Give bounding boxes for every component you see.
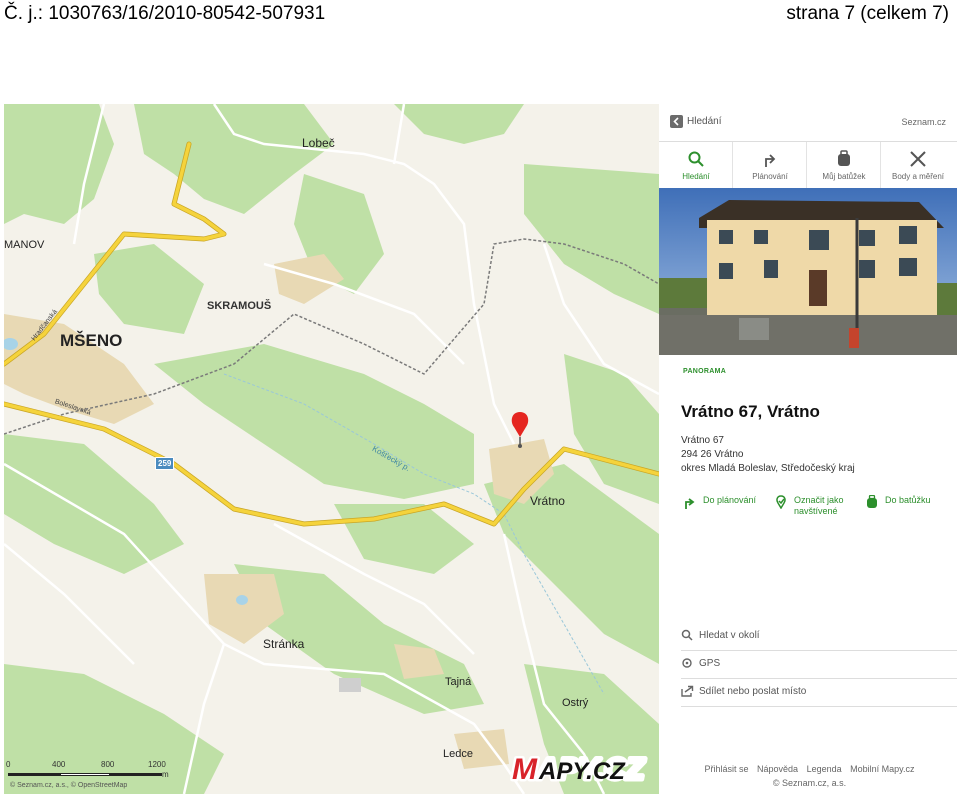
- backpack-icon: [838, 150, 850, 166]
- scale-tick: 0: [6, 760, 11, 769]
- share-item[interactable]: Sdílet nebo poslat místo: [681, 678, 957, 707]
- map-canvas[interactable]: [4, 104, 659, 794]
- scale-tick: 1200: [148, 760, 166, 769]
- label-mseno: MŠENO: [60, 331, 123, 350]
- tool-label: GPS: [699, 658, 721, 669]
- label-tajna: Tajná: [445, 676, 472, 688]
- route-icon: [765, 154, 776, 167]
- action-label: Do batůžku: [885, 495, 931, 505]
- scale-unit: m: [162, 770, 169, 779]
- gps-item[interactable]: GPS: [681, 650, 957, 679]
- svg-text:M: M: [512, 753, 538, 786]
- label-manov: MANOV: [4, 239, 45, 251]
- road-number-badge: 259: [155, 457, 175, 470]
- pond: [236, 595, 248, 605]
- route-icon: [685, 498, 695, 509]
- footer-links: Přihlásit se Nápověda Legenda Mobilní Ma…: [659, 764, 960, 774]
- check-pin-icon: [776, 495, 786, 509]
- action-label: Označit jako navštívené: [794, 495, 844, 516]
- label-skramous: SKRAMOUŠ: [207, 300, 272, 312]
- tab-search[interactable]: Hledání: [659, 142, 733, 189]
- search-nearby-item[interactable]: Hledat v okolí: [681, 622, 957, 651]
- mapy-logo[interactable]: MAPY.CZ M APY.CZ: [509, 746, 657, 789]
- action-label: Do plánování: [703, 495, 757, 505]
- share-icon: [681, 685, 694, 697]
- tab-label: Hledání: [682, 172, 710, 181]
- mapy-logo-graphic: MAPY.CZ M APY.CZ: [510, 751, 649, 789]
- panel-header: Hledání Seznam.cz: [659, 104, 960, 140]
- scale-segment: [60, 773, 110, 776]
- label-stranka: Stránka: [263, 637, 305, 651]
- document-header: Č. j.: 1030763/16/2010-80542-507931 stra…: [0, 0, 960, 30]
- search-icon: [688, 151, 704, 167]
- tab-label: Body a měření: [891, 172, 945, 181]
- house-photo-image: [659, 188, 957, 355]
- address-line: Vrátno 67: [681, 435, 724, 446]
- label-ostry: Ostrý: [562, 697, 589, 709]
- tab-label: Plánování: [752, 172, 788, 181]
- mark-visited-button[interactable]: Označit jako navštívené: [774, 495, 869, 517]
- tab-backpack[interactable]: Můj batůžek: [807, 142, 881, 189]
- seznam-link[interactable]: Seznam.cz: [901, 117, 946, 127]
- poi-title: Vrátno 67, Vrátno: [681, 402, 820, 421]
- panel-tabs: Hledání Plánování Můj batůžek Body a měř…: [659, 141, 957, 190]
- section-tag: PANORAMA: [683, 368, 727, 375]
- scale-bar-line: [8, 773, 162, 776]
- document-reference: Č. j.: 1030763/16/2010-80542-507931: [4, 3, 326, 24]
- search-icon: [681, 629, 693, 641]
- footer-legend-link[interactable]: Legenda: [807, 764, 842, 774]
- add-to-backpack-button[interactable]: Do batůžku: [865, 495, 945, 517]
- backpack-icon: [867, 495, 877, 508]
- back-arrow-icon[interactable]: [670, 115, 683, 128]
- scale-tick: 800: [101, 760, 115, 769]
- address-line: okres Mladá Boleslav, Středočeský kraj: [681, 463, 855, 474]
- panorama-photo[interactable]: [659, 188, 957, 355]
- svg-text:APY.CZ: APY.CZ: [538, 758, 626, 785]
- back-link[interactable]: Hledání: [687, 116, 721, 127]
- address-line: 294 26 Vrátno: [681, 449, 744, 460]
- map-attribution[interactable]: © Seznam.cz, a.s., © OpenStreetMap: [10, 782, 127, 789]
- footer-login-link[interactable]: Přihlásit se: [704, 764, 748, 774]
- plan-route-button[interactable]: Do plánování: [683, 495, 773, 517]
- tool-label: Hledat v okolí: [699, 630, 760, 641]
- page-number: strana 7 (celkem 7): [786, 3, 949, 24]
- measure-icon: [910, 151, 926, 167]
- building-block: [339, 678, 361, 692]
- label-ledce: Ledce: [443, 748, 473, 760]
- footer-copyright: © Seznam.cz, a.s.: [772, 778, 847, 788]
- gps-icon: [682, 658, 692, 668]
- side-panel: Hledání Seznam.cz Hledání Plánování Můj …: [659, 104, 960, 794]
- map-view[interactable]: Lobeč MANOV SKRAMOUŠ MŠENO Vrátno Stránk…: [4, 104, 659, 794]
- tab-label: Můj batůžek: [822, 172, 866, 181]
- tab-measure[interactable]: Body a měření: [881, 142, 955, 189]
- tool-label: Sdílet nebo poslat místo: [699, 686, 807, 697]
- footer-help-link[interactable]: Nápověda: [757, 764, 798, 774]
- footer-mobile-link[interactable]: Mobilní Mapy.cz: [850, 764, 914, 774]
- scale-tick: 400: [52, 760, 66, 769]
- label-lobec: Lobeč: [302, 136, 335, 150]
- label-vratno: Vrátno: [530, 494, 565, 508]
- tab-planning[interactable]: Plánování: [733, 142, 807, 189]
